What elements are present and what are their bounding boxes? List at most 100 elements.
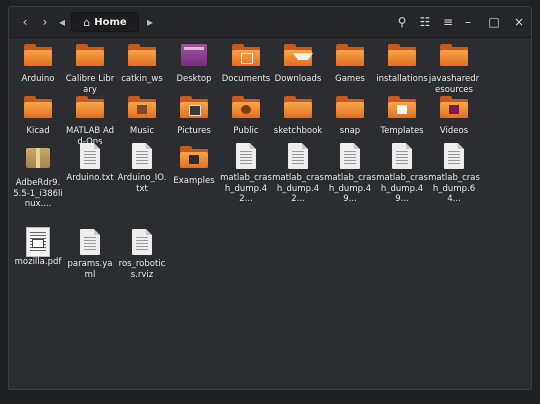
file-item-label: snap: [339, 126, 361, 136]
forward-button[interactable]: ›: [35, 12, 55, 32]
file-item-label: catkin_ws: [121, 74, 163, 84]
file-item-label: Games: [335, 74, 365, 84]
file-item[interactable]: catkin_ws: [116, 41, 168, 85]
folder-icon: [23, 44, 53, 70]
text-document-icon: [439, 143, 469, 169]
file-item[interactable]: params.yaml: [64, 229, 116, 280]
maximize-icon: □: [488, 15, 500, 29]
file-item-label: matlab_crash_dump.64...: [428, 173, 480, 204]
file-item[interactable]: Public: [220, 93, 272, 137]
folder-icon: [439, 44, 469, 70]
file-item[interactable]: Examples: [168, 143, 220, 187]
file-item[interactable]: Music: [116, 93, 168, 137]
file-item[interactable]: matlab_crash_dump.49...: [376, 143, 428, 205]
list-view-icon: ☷: [419, 15, 431, 29]
folder-icon: [75, 44, 105, 70]
file-item[interactable]: Arduino.txt: [64, 143, 116, 184]
file-item[interactable]: installations: [376, 41, 428, 85]
text-document-icon: [283, 143, 313, 169]
file-item-label: Videos: [439, 126, 469, 136]
file-item[interactable]: AdbeRdr9.5.5-1_i386linux....: [12, 143, 64, 210]
breadcrumb-scroll-left[interactable]: ◂: [55, 12, 69, 32]
file-item-label: Kicad: [26, 126, 50, 136]
file-item-label: Downloads: [274, 74, 322, 84]
file-item-label: matlab_crash_dump.42...: [272, 173, 324, 204]
file-item[interactable]: Videos: [428, 93, 480, 137]
file-item[interactable]: matlab_crash_dump.42...: [272, 143, 324, 205]
file-item-label: Templates: [380, 126, 424, 136]
text-document-icon: [127, 229, 157, 255]
file-item[interactable]: mozilla.pdf: [12, 227, 64, 268]
file-item[interactable]: Arduino_IO.txt: [116, 143, 168, 194]
search-button[interactable]: ⚲: [393, 12, 411, 32]
file-item[interactable]: Pictures: [168, 93, 220, 137]
breadcrumb-home[interactable]: ⌂ Home: [71, 12, 139, 32]
file-item[interactable]: matlab_crash_dump.64...: [428, 143, 480, 205]
package-icon: [23, 148, 53, 174]
file-manager-window: ‹ › ◂ ⌂ Home ▸ ⚲ ☷ ≡ – □ × Arduino Calibr…: [8, 6, 532, 390]
file-item-label: Calibre Library: [65, 74, 115, 95]
folder-icon: [283, 96, 313, 122]
back-arrow-icon: ‹: [22, 15, 28, 29]
text-document-icon: [335, 143, 365, 169]
file-item-label: Desktop: [176, 74, 212, 84]
file-item[interactable]: Arduino: [12, 41, 64, 85]
file-item-label: Arduino_IO.txt: [117, 173, 167, 194]
chevron-left-icon: ◂: [58, 15, 66, 29]
downloads-folder-icon: [283, 44, 313, 70]
file-item[interactable]: sketchbook: [272, 93, 324, 137]
file-item-label: matlab_crash_dump.49...: [376, 173, 428, 204]
file-item-label: params.yaml: [67, 259, 113, 280]
breadcrumb-label: Home: [94, 16, 127, 28]
minimize-icon: –: [465, 15, 471, 29]
templates-folder-icon: [387, 96, 417, 122]
text-document-icon: [75, 229, 105, 255]
text-document-icon: [387, 143, 417, 169]
music-folder-icon: [127, 96, 157, 122]
file-item-label: Arduino.txt: [66, 173, 114, 183]
folder-link-icon: [179, 146, 209, 172]
header-bar: ‹ › ◂ ⌂ Home ▸ ⚲ ☷ ≡ – □ ×: [9, 7, 531, 38]
file-item[interactable]: Downloads: [272, 41, 324, 85]
file-item[interactable]: snap: [324, 93, 376, 137]
file-item-label: matlab_crash_dump.49...: [324, 173, 376, 204]
close-icon: ×: [513, 15, 525, 29]
file-item[interactable]: Templates: [376, 93, 428, 137]
file-item-label: AdbeRdr9.5.5-1_i386linux....: [13, 178, 63, 209]
videos-folder-icon: [439, 96, 469, 122]
file-item[interactable]: matlab_crash_dump.49...: [324, 143, 376, 205]
file-item-label: Pictures: [177, 126, 211, 136]
file-item[interactable]: javasharedresources: [428, 41, 480, 95]
search-icon: ⚲: [397, 15, 407, 29]
menu-button[interactable]: ≡: [439, 12, 457, 32]
chevron-right-icon: ▸: [146, 15, 154, 29]
breadcrumb-scroll-right[interactable]: ▸: [143, 12, 157, 32]
file-item-label: mozilla.pdf: [14, 257, 62, 267]
desktop-folder-icon: [179, 44, 209, 70]
file-item[interactable]: Documents: [220, 41, 272, 85]
text-document-icon: [75, 143, 105, 169]
forward-arrow-icon: ›: [42, 15, 48, 29]
close-button[interactable]: ×: [509, 12, 529, 32]
file-item[interactable]: Kicad: [12, 93, 64, 137]
file-item[interactable]: matlab_crash_dump.42...: [220, 143, 272, 205]
minimize-button[interactable]: –: [459, 12, 477, 32]
pdf-document-icon: [23, 227, 53, 257]
file-item[interactable]: Desktop: [168, 41, 220, 85]
text-document-icon: [127, 143, 157, 169]
file-item[interactable]: Games: [324, 41, 376, 85]
file-item-label: Music: [129, 126, 155, 136]
file-item[interactable]: Calibre Library: [64, 41, 116, 95]
back-button[interactable]: ‹: [15, 12, 35, 32]
file-item-label: Public: [233, 126, 259, 136]
view-options-button[interactable]: ☷: [415, 12, 435, 32]
maximize-button[interactable]: □: [485, 12, 503, 32]
file-item[interactable]: MATLAB Add-Ons: [64, 93, 116, 147]
folder-icon: [75, 96, 105, 122]
file-item[interactable]: ros_robotics.rviz: [116, 229, 168, 280]
folder-icon: [387, 44, 417, 70]
file-item-label: Documents: [221, 74, 271, 84]
file-item-label: sketchbook: [273, 126, 323, 136]
file-item-label: matlab_crash_dump.42...: [220, 173, 272, 204]
folder-icon: [23, 96, 53, 122]
